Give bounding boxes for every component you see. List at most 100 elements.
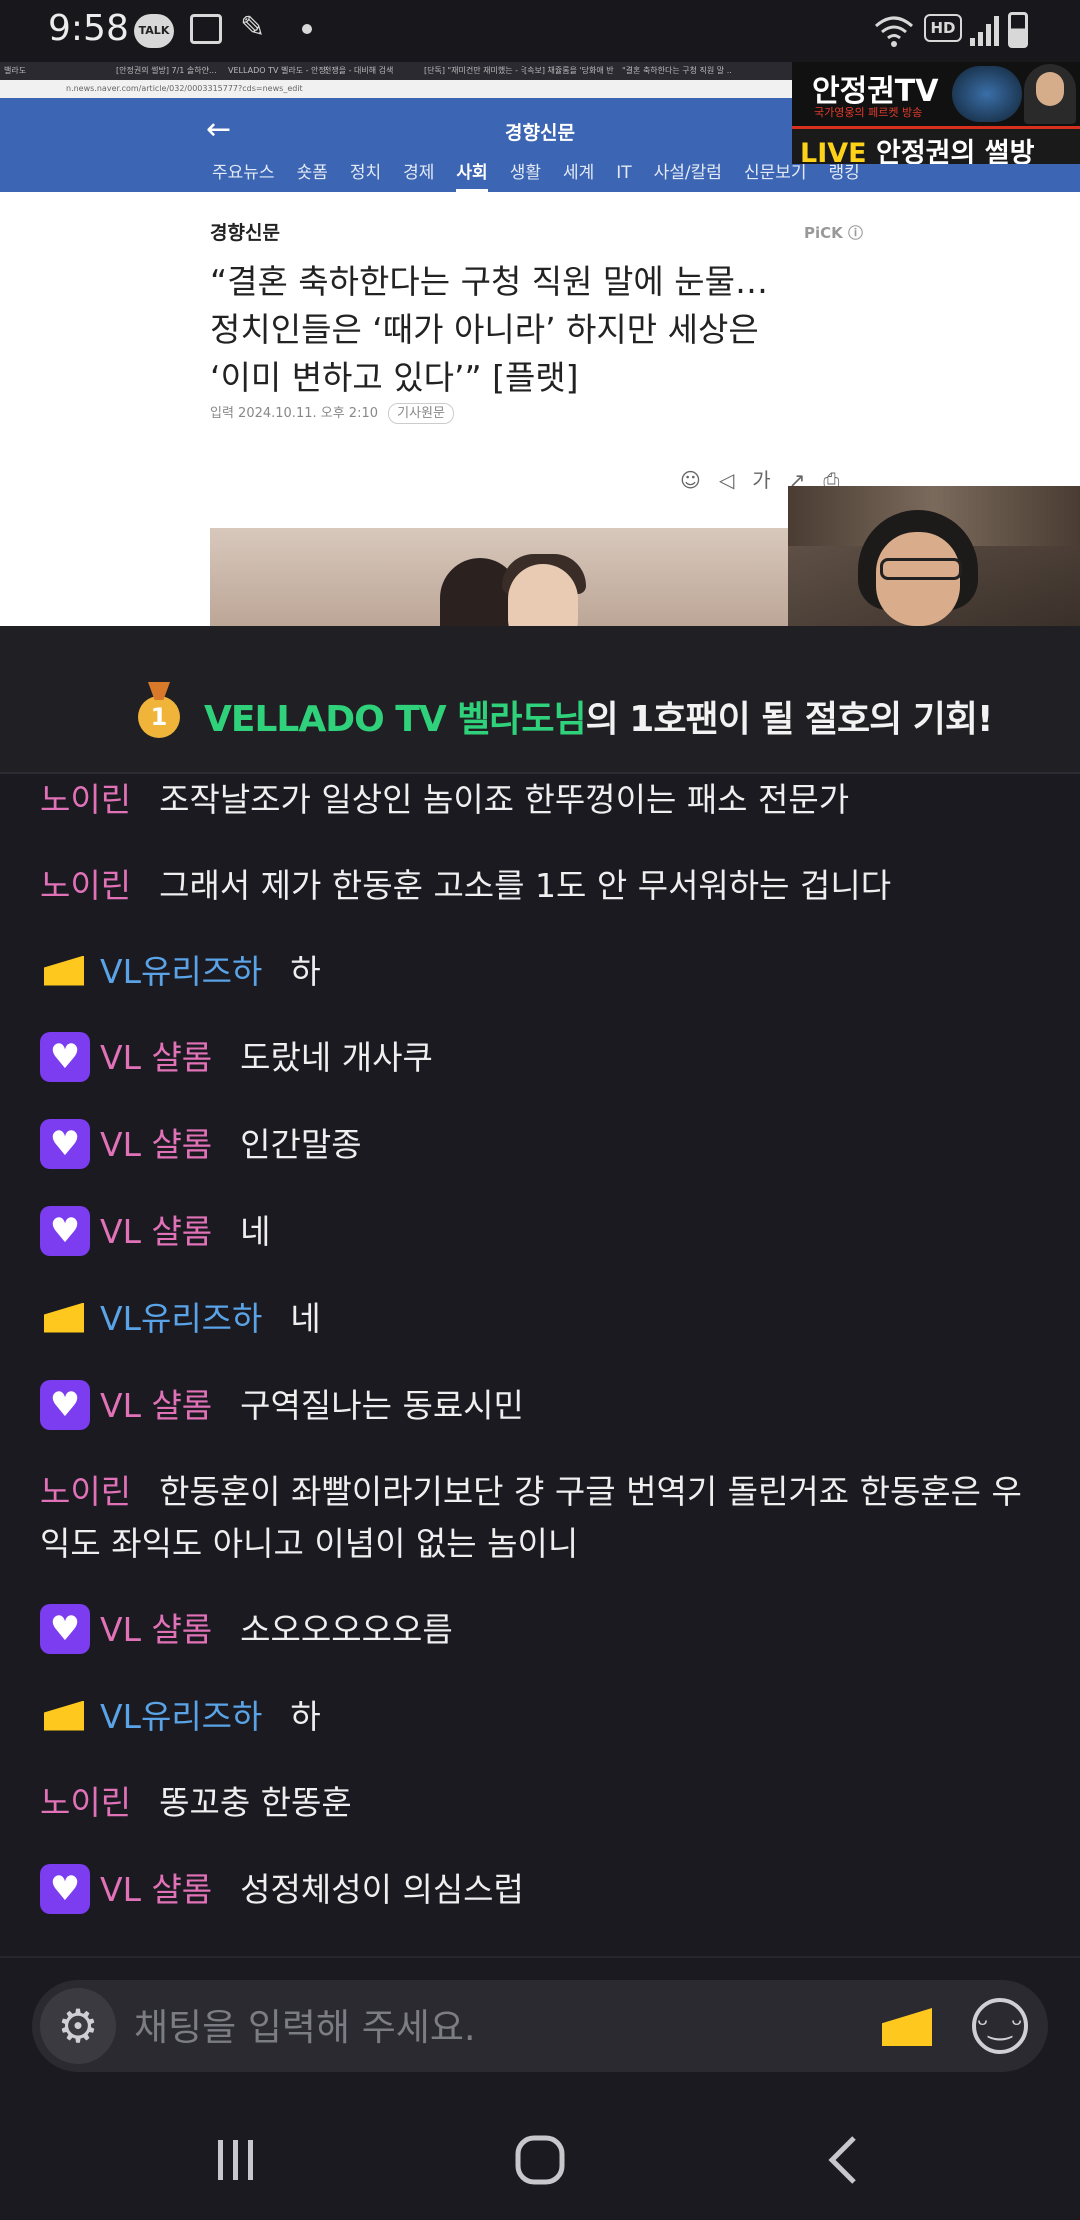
headline-line: “결혼 축하한다는 구청 직원 말에 눈물… <box>210 262 768 301</box>
naver-nav-item: 랭킹 <box>828 163 860 183</box>
settings-gear-icon[interactable]: ⚙ <box>40 1988 116 2064</box>
article-photo <box>210 528 790 626</box>
medal-icon: 1 <box>138 696 180 738</box>
chat-nickname[interactable]: VL 샬롬 <box>100 1386 212 1425</box>
stream-video[interactable]: 밸라도 [안정권의 썰방] 7/1 솔하얀... VELLADO TV 벨라도 … <box>0 62 1080 626</box>
back-chevron-icon <box>828 2136 856 2184</box>
browser-tab: "결혼 축하한다는 구청 직원 말 ... <box>622 66 732 75</box>
lion-logo-icon <box>952 66 1022 122</box>
chat-input-bar: ⚙ ᵕ‿ᵕ <box>0 1956 1080 2088</box>
chat-message[interactable]: VL 샬롬 도랐네 개사쿠 <box>40 1031 433 1085</box>
talk-icon: TALK <box>134 14 174 48</box>
address-text: n.news.naver.com/article/032/0003315777?… <box>66 84 303 93</box>
hd-icon: HD <box>924 14 962 42</box>
naver-nav-item: 세계 <box>562 163 595 183</box>
wifi-icon <box>875 16 913 47</box>
chat-text: 도랐네 개사쿠 <box>240 1038 433 1077</box>
naver-nav-item: 주요뉴스 <box>212 163 275 183</box>
status-time: 9:58 <box>48 8 129 49</box>
live-show-name: 안정권의 썰방 <box>876 138 1035 164</box>
streamer-webcam <box>788 486 1080 626</box>
chat-text: 똥꼬충 한똥훈 <box>159 1783 352 1822</box>
chat-message[interactable]: VL 샬롬 소오오오오오름 <box>40 1603 453 1657</box>
chat-nickname[interactable]: 노이린 <box>40 780 131 819</box>
chat-nickname[interactable]: 노이린 <box>40 1472 131 1511</box>
battery-icon <box>1008 12 1028 48</box>
chat-text: 구역질나는 동료시민 <box>240 1386 524 1425</box>
back-button[interactable] <box>802 2120 882 2200</box>
chat-nickname[interactable]: 노이린 <box>40 866 131 905</box>
chat-message[interactable]: 노이린 한동훈이 좌빨이라기보단 걍 구글 번역기 돌린거죠 한동훈은 우익도 좌… <box>40 1466 1040 1570</box>
chat-message[interactable]: VL유리즈하 하 <box>40 946 321 999</box>
chat-nickname[interactable]: VL 샬롬 <box>100 1125 212 1164</box>
naver-nav: 주요뉴스 숏폼 정치 경제 사회 생활 세계 IT 사설/칼럼 신문보기 랭킹 <box>212 158 882 192</box>
browser-tab: 밸라도 <box>4 66 27 75</box>
heart-badge-icon <box>40 1863 90 1914</box>
status-bar: 9:58 TALK ✎ HD <box>0 0 1080 62</box>
headline-line: 정치인들은 ‘때가 아니라’ 하지만 세상은 <box>210 310 759 349</box>
browser-tab: [속보] 채쥴롬을 '당화애 반드... <box>524 66 614 75</box>
article-headline: “결혼 축하한다는 구청 직원 말에 눈물… 정치인들은 ‘때가 아니라’ 하지… <box>210 258 850 402</box>
chat-text: 인간말종 <box>240 1125 362 1164</box>
chat-message[interactable]: 노이린 조작날조가 일상인 놈이죠 한뚜껑이는 패소 전문가 <box>40 774 849 826</box>
heart-badge-icon <box>40 1118 90 1169</box>
fan-banner[interactable]: 1 VELLADO TV 벨라도님의 1호팬이 될 절호의 기회! <box>0 626 1080 774</box>
chat-text: 하 <box>290 952 321 991</box>
chat-text: 소오오오오오름 <box>240 1610 453 1649</box>
chat-message[interactable]: VL유리즈하 하 <box>40 1691 321 1744</box>
naver-nav-item: 생활 <box>509 163 541 183</box>
article-byline: 입력 2024.10.11. 오후 2:10 기사원문 <box>210 402 454 424</box>
press-name: 경향신문 <box>210 222 280 244</box>
browser-tab: 전쟁을 - 대비해 검색 <box>324 66 394 75</box>
chat-message[interactable]: 노이린 그래서 제가 한동훈 고소를 1도 안 무서워하는 겁니다 <box>40 860 891 912</box>
chat-text: 하 <box>290 1697 321 1736</box>
chat-nickname[interactable]: VL 샬롬 <box>100 1610 212 1649</box>
chat-text: 네 <box>290 1299 321 1338</box>
heart-badge-icon <box>40 1603 90 1654</box>
chat-nickname[interactable]: VL 샬롬 <box>100 1212 212 1251</box>
live-banner: LIVE 안정권의 썰방 <box>800 131 1034 164</box>
chat-message[interactable]: VL 샬롬 구역질나는 동료시민 <box>40 1379 524 1433</box>
heart-badge-icon <box>40 1379 90 1430</box>
browser-tab: VELLADO TV 벨라도 - 안정권 ... <box>228 66 328 75</box>
fan-banner-text: VELLADO TV 벨라도님의 1호팬이 될 절호의 기회! <box>204 690 993 742</box>
chat-input-pill: ⚙ ᵕ‿ᵕ <box>32 1980 1048 2072</box>
naver-nav-item: 정치 <box>349 163 382 183</box>
headline-line: ‘이미 변하고 있다’” [플랫] <box>210 358 579 397</box>
home-button[interactable] <box>500 2120 580 2200</box>
cheese-badge-icon <box>40 1691 90 1741</box>
feather-icon: ✎ <box>240 10 266 45</box>
chat-message[interactable]: VL 샬롬 인간말종 <box>40 1118 362 1172</box>
cheese-donation-button[interactable] <box>882 2002 932 2048</box>
original-article-label: 기사원문 <box>388 403 454 424</box>
chat-text: 한동훈이 좌빨이라기보단 걍 구글 번역기 돌린거죠 한동훈은 우익도 좌익도 … <box>40 1472 1022 1563</box>
chat-nickname[interactable]: VL 샬롬 <box>100 1038 212 1077</box>
home-icon <box>515 2135 565 2185</box>
chat-message[interactable]: VL유리즈하 네 <box>40 1293 321 1346</box>
chat-nickname[interactable]: VL유리즈하 <box>100 952 262 991</box>
chat-nickname[interactable]: VL유리즈하 <box>100 1299 262 1338</box>
heart-badge-icon <box>40 1205 90 1256</box>
chat-message[interactable]: VL 샬롬 성정체성이 의심스럽 <box>40 1863 524 1917</box>
chat-message[interactable]: 노이린 똥꼬충 한똥훈 <box>40 1777 352 1829</box>
gallery-icon <box>190 14 222 44</box>
recent-apps-button[interactable] <box>196 2120 276 2200</box>
channel-logo-subtitle: 국가영웅의 페르켓 방송 <box>814 106 923 119</box>
recent-apps-icon <box>218 2140 253 2180</box>
chat-list[interactable]: 노이린 조작날조가 일상인 놈이죠 한뚜껑이는 패소 전문가노이린 그래서 제가 한… <box>0 774 1080 1954</box>
chat-text: 네 <box>240 1212 271 1251</box>
naver-nav-item: 경제 <box>403 163 435 183</box>
chat-input[interactable] <box>132 2000 776 2054</box>
chat-nickname[interactable]: 노이린 <box>40 1783 131 1822</box>
chat-text: 조작날조가 일상인 놈이죠 한뚜껑이는 패소 전문가 <box>159 780 850 819</box>
cheese-badge-icon <box>40 946 90 996</box>
naver-nav-item: 사회 <box>456 163 488 192</box>
live-label: LIVE <box>800 138 867 164</box>
browser-tab: [안정권의 썰방] 7/1 솔하얀... <box>116 66 216 75</box>
browser-tab-strip: 밸라도 [안정권의 썰방] 7/1 솔하얀... VELLADO TV 벨라도 … <box>0 62 800 80</box>
chat-nickname[interactable]: VL 샬롬 <box>100 1870 212 1909</box>
naver-nav-item: 사설/칼럼 <box>653 163 722 183</box>
emoji-icon[interactable]: ᵕ‿ᵕ <box>972 1998 1028 2054</box>
chat-message[interactable]: VL 샬롬 네 <box>40 1205 271 1259</box>
chat-nickname[interactable]: VL유리즈하 <box>100 1697 262 1736</box>
